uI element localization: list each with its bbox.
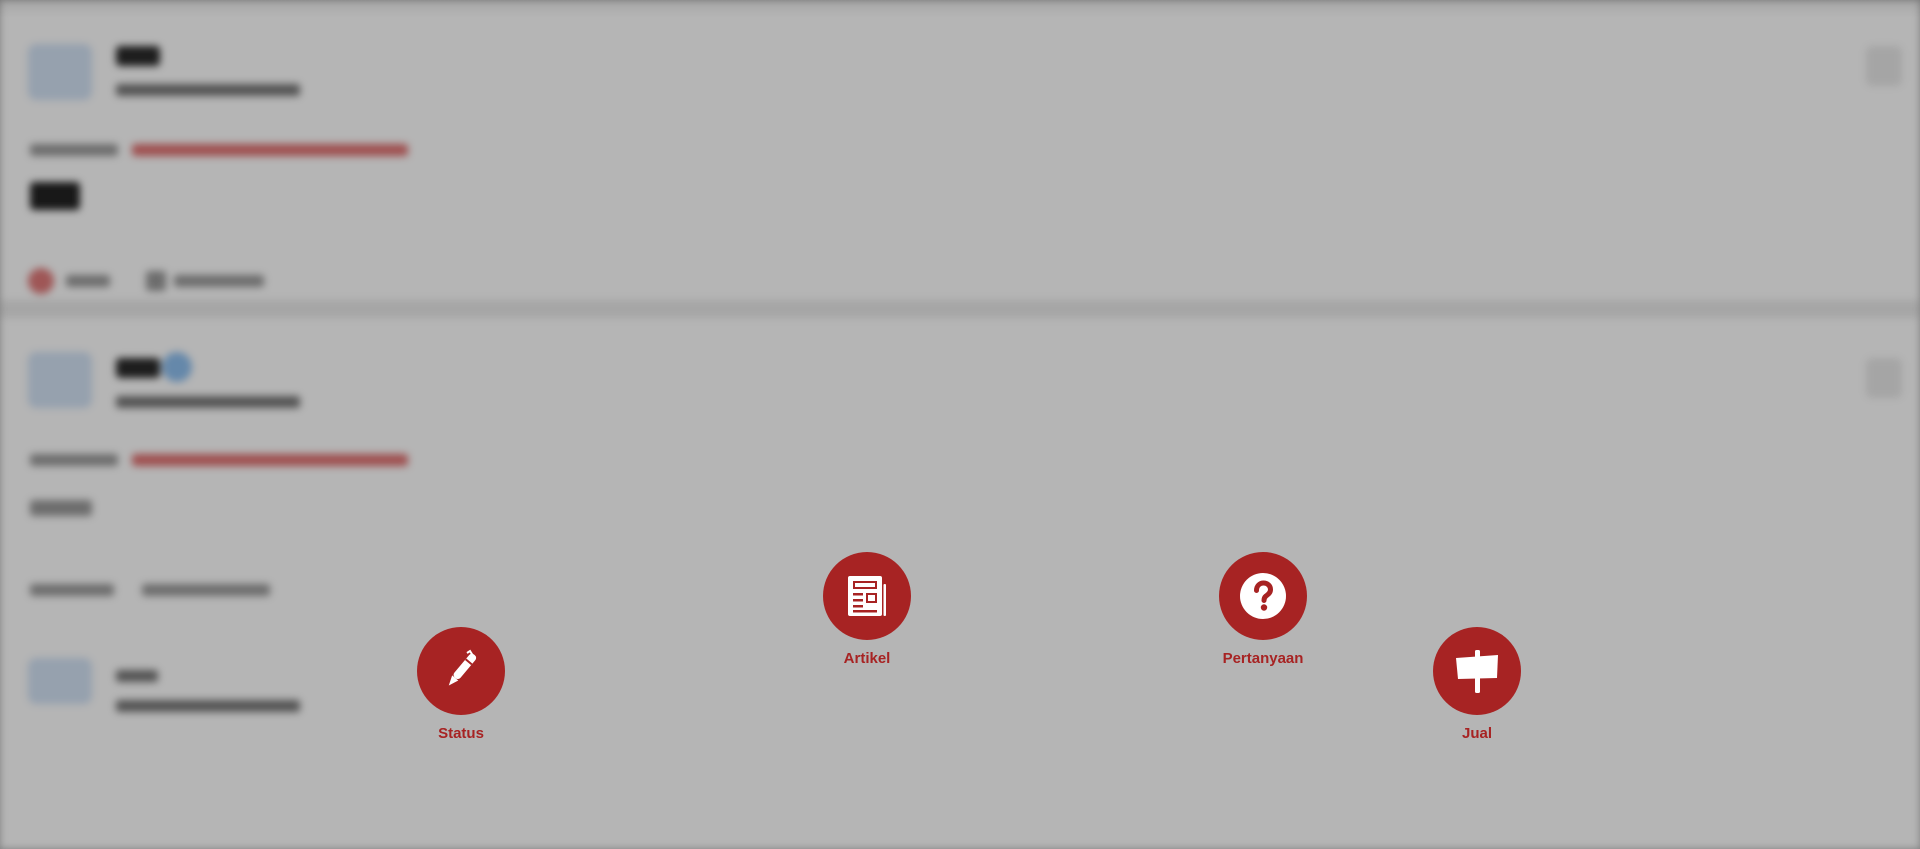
create-status-button[interactable]: Status: [381, 627, 541, 742]
create-artikel-button[interactable]: Artikel: [787, 552, 947, 667]
create-pertanyaan-button[interactable]: Pertanyaan: [1183, 552, 1343, 667]
create-status-label[interactable]: Status: [381, 725, 541, 742]
create-jual-circle[interactable]: [1433, 627, 1521, 715]
create-pertanyaan-circle[interactable]: [1219, 552, 1307, 640]
create-artikel-circle[interactable]: [823, 552, 911, 640]
create-jual-button[interactable]: Jual: [1397, 627, 1557, 742]
question-icon: [1240, 573, 1286, 619]
overlay-top-shadow: [0, 0, 1920, 18]
create-pertanyaan-label[interactable]: Pertanyaan: [1183, 650, 1343, 667]
create-status-circle[interactable]: [417, 627, 505, 715]
pen-icon: [448, 649, 477, 686]
create-artikel-label[interactable]: Artikel: [787, 650, 947, 667]
modal-overlay[interactable]: [0, 0, 1920, 849]
create-jual-label[interactable]: Jual: [1397, 725, 1557, 742]
signboard-icon: [1456, 650, 1498, 693]
newspaper-icon: [848, 576, 886, 616]
